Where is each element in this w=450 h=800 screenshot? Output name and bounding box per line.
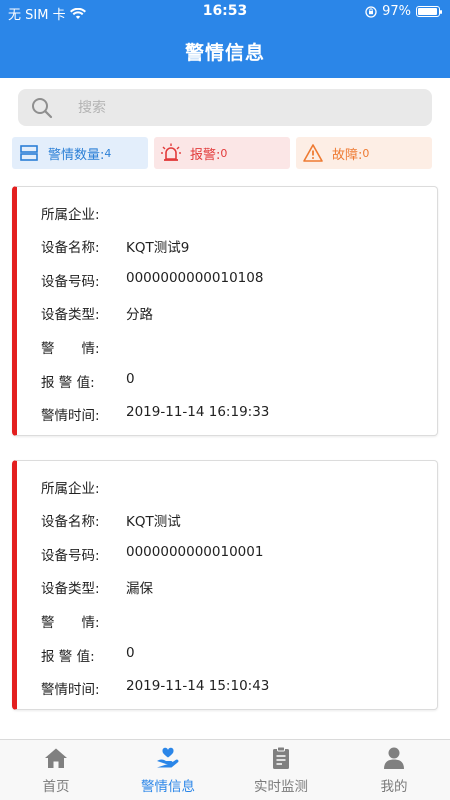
row-device-code: 设备号码: 0000000000010108: [41, 270, 263, 290]
tab-monitor[interactable]: 实时监测: [225, 740, 337, 800]
alarm-time-label: 警情时间:: [41, 408, 100, 424]
alarm-card[interactable]: 所属企业: 设备名称: KQT测试 设备号码: 0000000000010001…: [12, 460, 438, 710]
stats-bar: 警情数量: 4 报警: 0 故障: 0: [12, 137, 432, 169]
alarm-info-label: 警 情:: [41, 341, 100, 357]
row-device-name: 设备名称: KQT测试9: [41, 236, 189, 256]
battery-icon: [416, 6, 442, 17]
alarm-count-filter[interactable]: 警情数量: 4: [12, 137, 148, 169]
alarm-value-value: 0: [126, 371, 135, 387]
device-type-label: 设备类型:: [41, 307, 100, 323]
row-alarm-info: 警 情:: [41, 337, 126, 357]
search-icon: [32, 98, 53, 119]
row-company: 所属企业:: [41, 203, 126, 223]
fault-filter[interactable]: 故障: 0: [296, 137, 432, 169]
device-type-value: 分路: [126, 307, 153, 323]
device-name-value: KQT测试9: [126, 240, 190, 256]
alarm-time-value: 2019-11-14 16:19:33: [126, 404, 270, 420]
app-header: 无 SIM 卡 16:53 97% 警情信息: [0, 0, 450, 78]
tab-alarm-info-label: 警情信息: [141, 779, 195, 795]
row-alarm-value: 报 警 值: 0: [41, 371, 135, 391]
row-alarm-info: 警 情:: [41, 611, 126, 631]
warning-icon: [303, 144, 323, 162]
alarm-time-value: 2019-11-14 15:10:43: [126, 678, 270, 694]
device-name-value: KQT测试: [126, 514, 181, 530]
row-alarm-time: 警情时间: 2019-11-14 16:19:33: [41, 404, 269, 424]
device-code-label: 设备号码:: [41, 548, 100, 564]
search-input[interactable]: [78, 94, 418, 121]
alarm-value-label: 报 警 值:: [41, 375, 95, 391]
orientation-lock-icon: [365, 5, 377, 18]
battery-fill: [418, 8, 438, 15]
tab-mine-label: 我的: [380, 779, 408, 795]
company-label: 所属企业:: [41, 207, 100, 223]
company-label: 所属企业:: [41, 481, 100, 497]
list-icon: [20, 145, 38, 161]
alarm-value: 0: [220, 146, 228, 160]
home-icon: [45, 748, 67, 768]
alarm-time-label: 警情时间:: [41, 682, 100, 698]
device-type-value: 漏保: [126, 581, 153, 597]
battery-percent: 97%: [382, 4, 411, 19]
alarm-card[interactable]: 所属企业: 设备名称: KQT测试9 设备号码: 000000000001010…: [12, 186, 438, 436]
status-right: 97%: [365, 4, 442, 19]
row-device-name: 设备名称: KQT测试: [41, 510, 181, 530]
row-device-type: 设备类型: 漏保: [41, 577, 153, 597]
tab-mine[interactable]: 我的: [338, 740, 450, 800]
device-code-value: 0000000000010001: [126, 544, 264, 560]
tab-home-label: 首页: [42, 779, 70, 795]
device-type-label: 设备类型:: [41, 581, 100, 597]
alarm-count-value: 4: [104, 146, 112, 160]
page-title: 警情信息: [184, 42, 265, 64]
user-icon: [384, 747, 404, 769]
hand-heart-icon: [157, 747, 179, 768]
tab-home[interactable]: 首页: [0, 740, 112, 800]
row-device-type: 设备类型: 分路: [41, 303, 153, 323]
alarm-value-label: 报 警 值:: [41, 649, 95, 665]
alarm-filter[interactable]: 报警: 0: [154, 137, 290, 169]
alarm-info-label: 警 情:: [41, 615, 100, 631]
clipboard-icon: [273, 746, 289, 769]
status-bar: 无 SIM 卡 16:53 97%: [0, 0, 450, 24]
bottom-tab-bar: 首页 警情信息 实时监测 我的: [0, 739, 450, 800]
row-company: 所属企业:: [41, 477, 126, 497]
tab-monitor-label: 实时监测: [254, 779, 308, 795]
fault-value: 0: [362, 146, 370, 160]
row-alarm-value: 报 警 值: 0: [41, 645, 135, 665]
alarm-value-value: 0: [126, 645, 135, 661]
device-name-label: 设备名称:: [41, 514, 100, 530]
siren-icon: [161, 143, 181, 161]
row-device-code: 设备号码: 0000000000010001: [41, 544, 263, 564]
fault-label: 故障:: [332, 147, 363, 163]
device-code-value: 0000000000010108: [126, 270, 264, 286]
alarm-label: 报警:: [190, 147, 221, 163]
search-bar[interactable]: [18, 89, 432, 126]
alarm-count-label: 警情数量:: [48, 147, 105, 163]
device-code-label: 设备号码:: [41, 274, 100, 290]
row-alarm-time: 警情时间: 2019-11-14 15:10:43: [41, 678, 269, 698]
tab-alarm-info[interactable]: 警情信息: [112, 740, 224, 800]
device-name-label: 设备名称:: [41, 240, 100, 256]
